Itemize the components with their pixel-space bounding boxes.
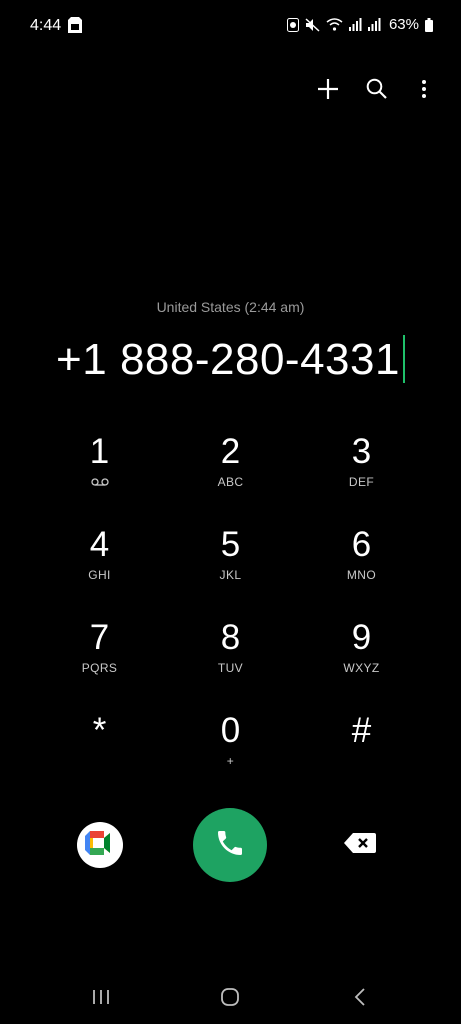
key-digit: 3 xyxy=(351,432,372,471)
key-letters: JKL xyxy=(219,568,242,582)
signal-icon-1 xyxy=(348,18,362,31)
plus-icon xyxy=(317,78,339,105)
call-row xyxy=(0,808,461,882)
dialed-number: +1 888-280-4331 xyxy=(56,335,400,384)
status-time: 4:44 xyxy=(30,17,62,34)
call-button[interactable] xyxy=(193,808,267,882)
status-icons: 63% xyxy=(286,16,433,33)
key-digit: 8 xyxy=(220,618,241,657)
more-vert-icon xyxy=(421,79,427,104)
key-digit: 4 xyxy=(89,525,110,564)
mute-icon xyxy=(305,17,320,32)
key-2[interactable]: 2 ABC xyxy=(165,430,296,523)
key-letters: GHI xyxy=(88,568,111,582)
key-digit: * xyxy=(92,711,107,750)
google-meet-icon xyxy=(85,830,115,860)
key-letters: WXYZ xyxy=(343,661,380,675)
home-button[interactable] xyxy=(215,986,245,1012)
key-letters: MNO xyxy=(346,568,377,582)
keypad: 1 2 ABC 3 DEF 4 GHI 5 JKL 6 MNO 7 PQRS 8… xyxy=(34,430,427,802)
dialed-number-field[interactable]: +1 888-280-4331 xyxy=(0,335,461,385)
key-digit: 9 xyxy=(351,618,372,657)
key-digit: 1 xyxy=(89,432,110,471)
key-digit: 7 xyxy=(89,618,110,657)
app-notification-icon xyxy=(286,17,299,32)
battery-percent: 63% xyxy=(388,16,419,33)
key-9[interactable]: 9 WXYZ xyxy=(296,616,427,709)
add-contact-button[interactable] xyxy=(315,76,341,106)
search-button[interactable] xyxy=(363,76,389,106)
video-call-button[interactable] xyxy=(77,822,123,868)
key-3[interactable]: 3 DEF xyxy=(296,430,427,523)
key-hash[interactable]: # xyxy=(296,709,427,802)
region-label: United States (2:44 am) xyxy=(156,299,305,315)
key-digit: 5 xyxy=(220,525,241,564)
back-icon xyxy=(354,987,366,1011)
wifi-icon xyxy=(326,18,343,31)
key-digit: # xyxy=(351,711,372,750)
key-letters: TUV xyxy=(217,661,244,675)
key-5[interactable]: 5 JKL xyxy=(165,523,296,616)
key-digit: 0 xyxy=(220,711,241,750)
key-letters: DEF xyxy=(348,475,375,489)
voicemail-icon xyxy=(90,474,109,490)
recent-apps-icon xyxy=(92,989,110,1010)
key-digit: 6 xyxy=(351,525,372,564)
sim-card-icon xyxy=(68,17,82,33)
key-star[interactable]: * xyxy=(34,709,165,802)
text-caret xyxy=(402,335,405,383)
phone-icon xyxy=(214,827,246,864)
key-letters: + xyxy=(226,754,235,768)
key-0[interactable]: 0 + xyxy=(165,709,296,802)
key-7[interactable]: 7 PQRS xyxy=(34,616,165,709)
key-digit: 2 xyxy=(220,432,241,471)
key-6[interactable]: 6 MNO xyxy=(296,523,427,616)
dialer-action-bar xyxy=(315,76,437,106)
key-1[interactable]: 1 xyxy=(34,430,165,523)
recent-apps-button[interactable] xyxy=(86,986,116,1012)
navigation-bar xyxy=(0,972,461,1024)
backspace-button[interactable] xyxy=(340,830,380,860)
signal-icon-2 xyxy=(367,18,381,31)
back-button[interactable] xyxy=(345,986,375,1012)
key-letters: ABC xyxy=(217,475,244,489)
search-icon xyxy=(366,78,387,104)
key-4[interactable]: 4 GHI xyxy=(34,523,165,616)
key-8[interactable]: 8 TUV xyxy=(165,616,296,709)
more-options-button[interactable] xyxy=(411,76,437,106)
backspace-icon xyxy=(344,832,376,858)
battery-icon xyxy=(425,17,433,32)
home-icon xyxy=(221,987,239,1011)
key-letters: PQRS xyxy=(81,661,118,675)
status-bar: 4:44 63% xyxy=(0,0,461,52)
